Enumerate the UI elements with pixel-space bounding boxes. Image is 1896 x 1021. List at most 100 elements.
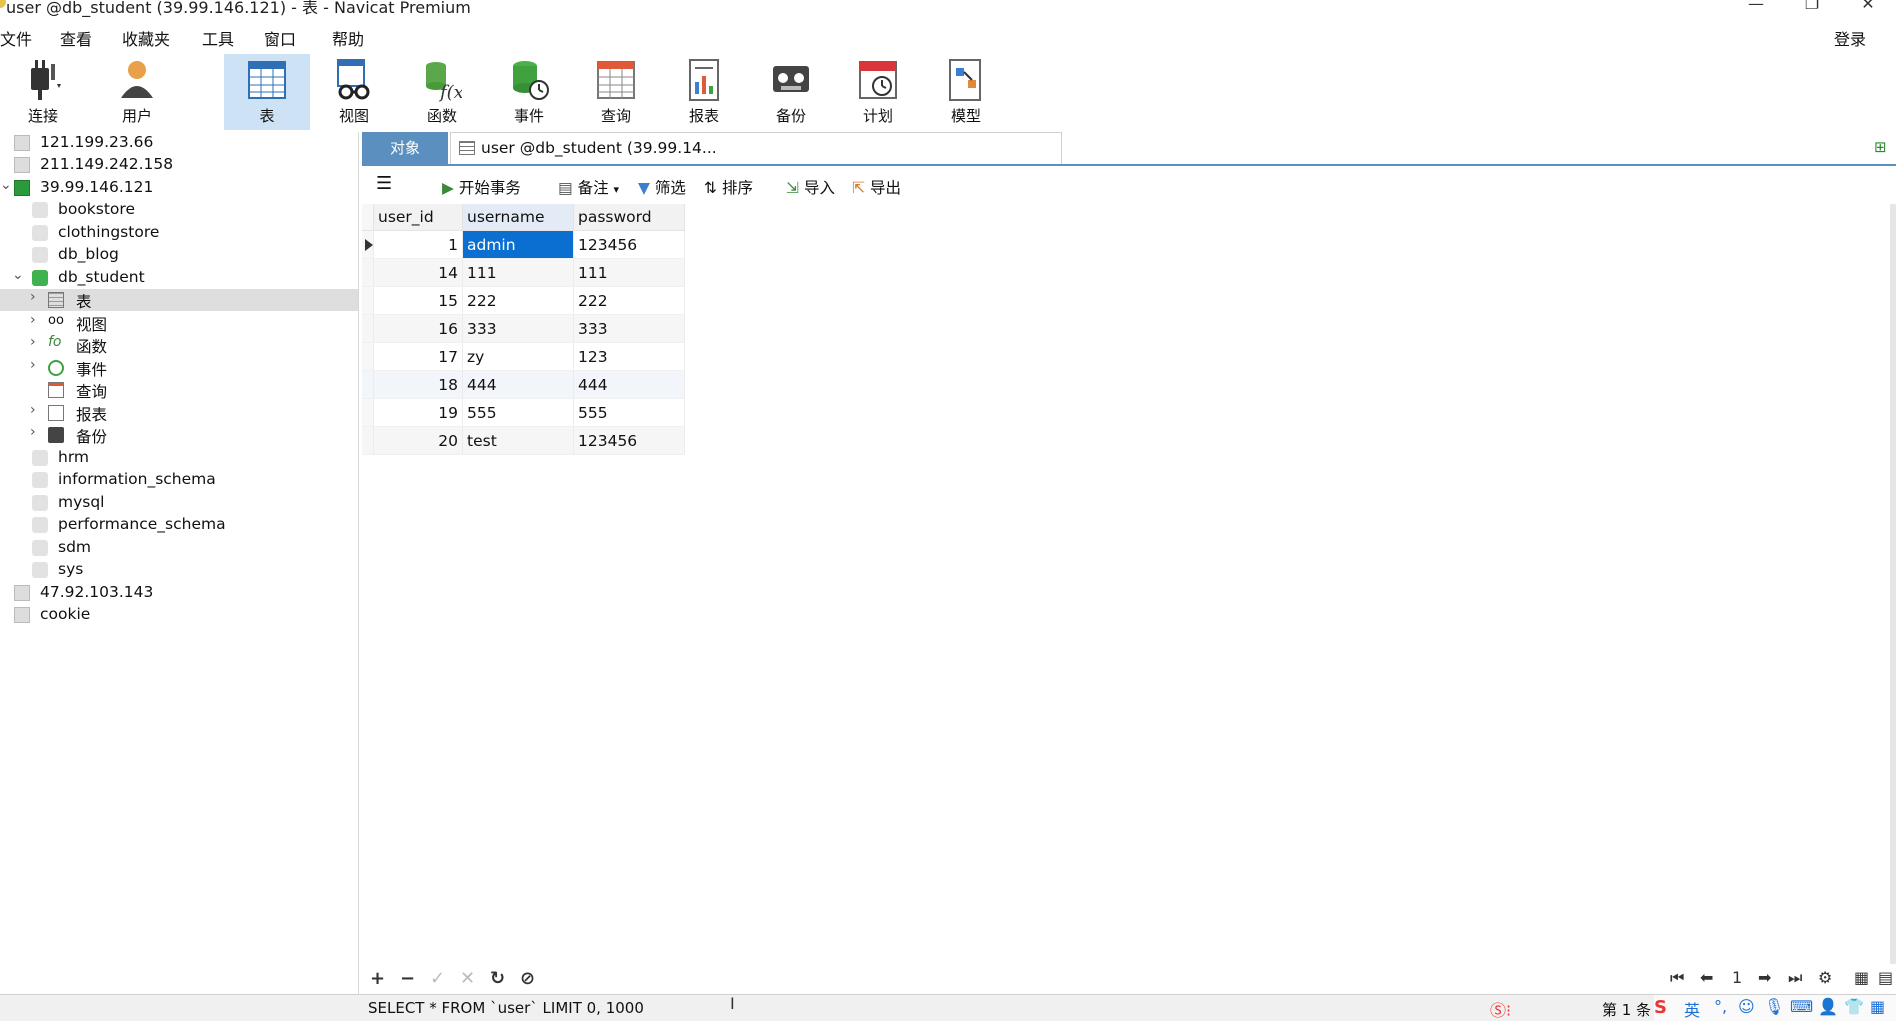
row-indicator[interactable]	[362, 286, 374, 315]
toolbar-connect[interactable]: 连接	[0, 54, 86, 130]
login-link[interactable]: 登录	[1834, 26, 1866, 50]
toolbar-schedule[interactable]: 计划	[835, 54, 921, 130]
cell-user-id[interactable]: 16	[373, 314, 463, 343]
cell-user-id[interactable]: 15	[373, 286, 463, 315]
tree-item-reports[interactable]: › 报表	[0, 402, 358, 424]
new-tab-icon[interactable]: ⊞	[1874, 138, 1892, 156]
chevron-right-icon[interactable]: ›	[30, 289, 36, 305]
table-row[interactable]: 14 111 111	[362, 258, 685, 287]
toolbar-user[interactable]: 用户	[94, 54, 180, 130]
microphone-icon[interactable]: 🎙	[1764, 997, 1784, 1016]
punctuation-icon[interactable]: °,	[1714, 997, 1727, 1016]
row-indicator[interactable]	[362, 258, 374, 287]
tree-item-database[interactable]: information_schema	[0, 469, 358, 491]
shirt-icon[interactable]: 👕	[1844, 997, 1864, 1016]
close-button[interactable]: ✕	[1840, 0, 1896, 13]
toolbar-view[interactable]: 视图	[311, 54, 397, 130]
tree-item-database-open[interactable]: ⌄ db_student	[0, 267, 358, 289]
row-indicator[interactable]	[362, 342, 374, 371]
tree-item-database[interactable]: clothingstore	[0, 222, 358, 244]
import-button[interactable]: ⇲ 导入	[786, 176, 835, 198]
tree-item-server[interactable]: 211.149.242.158	[0, 154, 358, 176]
tree-item-server[interactable]: 47.92.103.143	[0, 582, 358, 604]
cell-user-id[interactable]: 18	[373, 370, 463, 399]
maximize-button[interactable]: ❐	[1784, 0, 1840, 13]
chevron-down-icon[interactable]: ⌄	[0, 177, 12, 193]
tree-item-server[interactable]: cookie	[0, 604, 358, 626]
apps-icon[interactable]: ▦	[1870, 997, 1885, 1016]
toolbar-report[interactable]: 报表	[661, 54, 747, 130]
tree-item-server[interactable]: 121.199.23.66	[0, 132, 358, 154]
chevron-right-icon[interactable]: ›	[30, 334, 36, 350]
menu-help[interactable]: 帮助	[332, 26, 364, 50]
cell-password[interactable]: 333	[573, 314, 685, 343]
cell-username[interactable]: admin	[462, 230, 574, 259]
toolbar-query[interactable]: 查询	[573, 54, 659, 130]
table-row[interactable]: 16 333 333	[362, 314, 685, 343]
cell-username[interactable]: 222	[462, 286, 574, 315]
cell-user-id[interactable]: 1	[373, 230, 463, 259]
tree-item-tables[interactable]: › 表	[0, 289, 358, 311]
column-header[interactable]: user_id	[373, 204, 463, 231]
tree-item-database[interactable]: sdm	[0, 537, 358, 559]
tree-item-database[interactable]: mysql	[0, 492, 358, 514]
cell-password[interactable]: 111	[573, 258, 685, 287]
chevron-right-icon[interactable]: ›	[30, 402, 36, 418]
previous-page-icon[interactable]: ⬅	[1700, 968, 1713, 987]
toolbar-model[interactable]: 模型	[923, 54, 1009, 130]
toolbar-function[interactable]: f(x) 函数	[399, 54, 485, 130]
delete-record-button[interactable]: −	[400, 968, 415, 989]
begin-transaction-button[interactable]: ▶ 开始事务	[442, 176, 521, 198]
cell-user-id[interactable]: 20	[373, 426, 463, 455]
menu-window[interactable]: 窗口	[264, 26, 296, 50]
row-indicator[interactable]	[362, 426, 374, 455]
form-view-icon[interactable]: ▤	[1878, 968, 1893, 987]
cell-username[interactable]: test	[462, 426, 574, 455]
last-page-icon[interactable]: ⏭	[1788, 968, 1802, 988]
menu-view[interactable]: 查看	[60, 26, 92, 50]
chevron-right-icon[interactable]: ›	[30, 357, 36, 373]
filter-button[interactable]: ▼ 筛选	[638, 176, 686, 198]
menu-icon[interactable]: ☰	[376, 173, 392, 194]
cell-username[interactable]: 333	[462, 314, 574, 343]
tab-objects[interactable]: 对象	[362, 132, 448, 164]
cell-password[interactable]: 444	[573, 370, 685, 399]
tab-user-table[interactable]: user @db_student (39.99.14...	[450, 132, 1062, 164]
cell-username[interactable]: 111	[462, 258, 574, 287]
chevron-right-icon[interactable]: ›	[30, 312, 36, 328]
tree-item-queries[interactable]: 查询	[0, 379, 358, 401]
person-icon[interactable]: 👤	[1818, 997, 1838, 1016]
menu-favorites[interactable]: 收藏夹	[122, 26, 170, 50]
vertical-scrollbar[interactable]	[1890, 204, 1896, 964]
tree-item-server-open[interactable]: ⌄ 39.99.146.121	[0, 177, 358, 199]
table-row[interactable]: 17 zy 123	[362, 342, 685, 371]
emoji-icon[interactable]: ☺	[1738, 997, 1755, 1016]
sort-button[interactable]: ⇅ 排序	[704, 176, 753, 198]
toolbar-backup[interactable]: 备份	[748, 54, 834, 130]
cell-username[interactable]: 555	[462, 398, 574, 427]
table-row[interactable]: 15 222 222	[362, 286, 685, 315]
tree-item-functions[interactable]: › fo 函数	[0, 334, 358, 356]
apply-changes-button[interactable]: ✓	[430, 968, 445, 989]
column-header[interactable]: username	[462, 204, 574, 231]
export-button[interactable]: ⇱ 导出	[852, 176, 901, 198]
tree-item-views[interactable]: › oo 视图	[0, 312, 358, 334]
table-row[interactable]: 18 444 444	[362, 370, 685, 399]
ime-language[interactable]: 英	[1684, 997, 1700, 1021]
row-indicator[interactable]	[362, 370, 374, 399]
table-row[interactable]: 20 test 123456	[362, 426, 685, 455]
cell-password[interactable]: 123456	[573, 426, 685, 455]
cell-password[interactable]: 555	[573, 398, 685, 427]
cell-user-id[interactable]: 19	[373, 398, 463, 427]
minimize-button[interactable]: —	[1728, 0, 1784, 13]
toolbar-event[interactable]: 事件	[486, 54, 572, 130]
tree-item-database[interactable]: sys	[0, 559, 358, 581]
first-page-icon[interactable]: ⏮	[1670, 968, 1684, 988]
cell-user-id[interactable]: 17	[373, 342, 463, 371]
cell-password[interactable]: 123456	[573, 230, 685, 259]
row-indicator[interactable]	[362, 314, 374, 343]
cell-password[interactable]: 123	[573, 342, 685, 371]
next-page-icon[interactable]: ➡	[1758, 968, 1771, 987]
cell-user-id[interactable]: 14	[373, 258, 463, 287]
tree-item-backups[interactable]: › 备份	[0, 424, 358, 446]
